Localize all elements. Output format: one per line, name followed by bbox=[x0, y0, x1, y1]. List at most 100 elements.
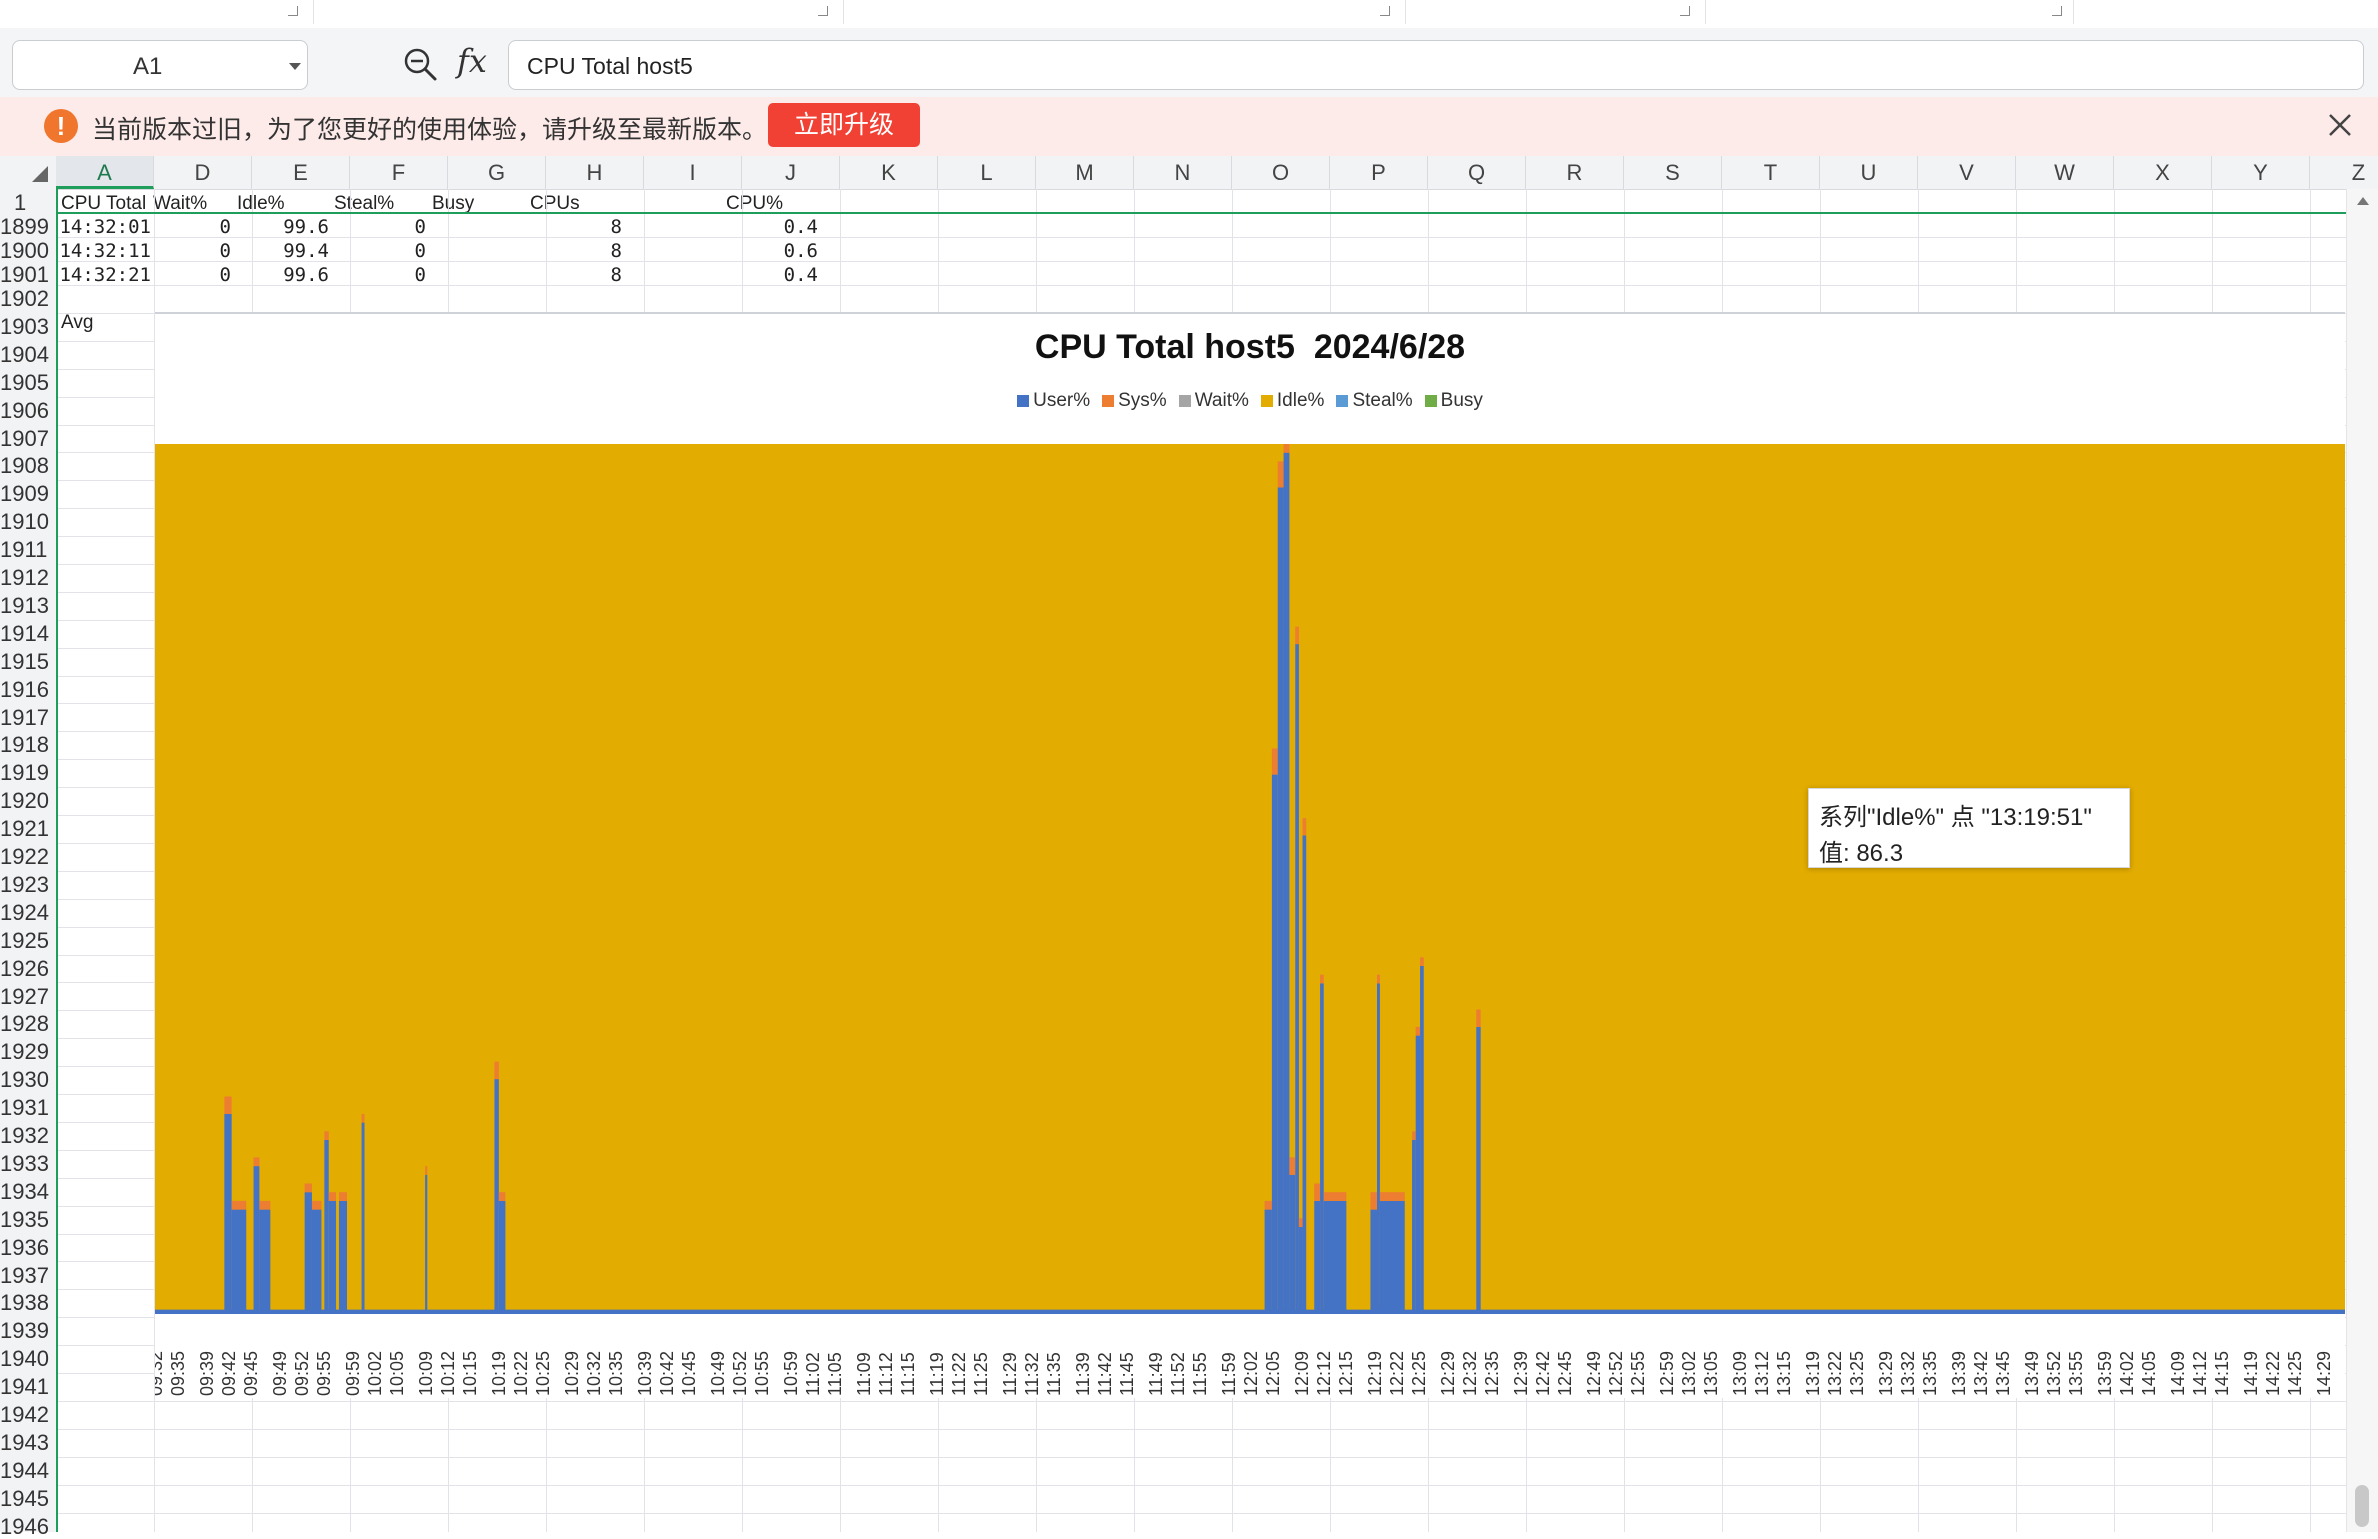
legend-item[interactable]: User% bbox=[1017, 390, 1090, 412]
row-header-1946[interactable]: 1946 bbox=[0, 1515, 56, 1538]
column-header-w[interactable]: W bbox=[2016, 156, 2114, 189]
vertical-scrollbar[interactable] bbox=[2346, 189, 2378, 1532]
column-header-p[interactable]: P bbox=[1330, 156, 1428, 189]
function-icon[interactable]: fx bbox=[457, 42, 487, 80]
column-header-v[interactable]: V bbox=[1918, 156, 2016, 189]
row-header-1923[interactable]: 1923 bbox=[0, 873, 56, 896]
close-icon[interactable] bbox=[2322, 107, 2358, 143]
formula-input[interactable]: CPU Total host5 bbox=[508, 40, 2364, 90]
cell-steal[interactable]: 0 bbox=[334, 240, 426, 262]
cell-time[interactable]: 14:32:21 bbox=[56, 264, 151, 286]
row-header-1903[interactable]: 1903 bbox=[0, 315, 56, 338]
cell-steal[interactable]: 0 bbox=[334, 264, 426, 286]
column-header-q[interactable]: Q bbox=[1428, 156, 1526, 189]
legend-item[interactable]: Idle% bbox=[1260, 390, 1324, 412]
row-header-1899[interactable]: 1899 bbox=[0, 216, 56, 238]
column-header-e[interactable]: E bbox=[252, 156, 350, 189]
legend-item[interactable]: Sys% bbox=[1102, 390, 1167, 412]
row-header-1943[interactable]: 1943 bbox=[0, 1431, 56, 1454]
row-header-1918[interactable]: 1918 bbox=[0, 734, 56, 756]
dialog-launcher-icon[interactable] bbox=[2052, 6, 2062, 16]
row-header-1937[interactable]: 1937 bbox=[0, 1264, 56, 1287]
row-header-1906[interactable]: 1906 bbox=[0, 399, 56, 422]
row-header-1942[interactable]: 1942 bbox=[0, 1404, 56, 1426]
column-header-t[interactable]: T bbox=[1722, 156, 1820, 189]
cell-time[interactable]: 14:32:01 bbox=[56, 216, 151, 238]
row-header-1925[interactable]: 1925 bbox=[0, 929, 56, 952]
column-header-f[interactable]: F bbox=[350, 156, 448, 189]
row-header-1936[interactable]: 1936 bbox=[0, 1236, 56, 1259]
cell-cpus[interactable]: 8 bbox=[530, 264, 622, 286]
row-header-1908[interactable]: 1908 bbox=[0, 455, 56, 477]
cell-cpus[interactable]: 8 bbox=[530, 216, 622, 238]
row-header-1902[interactable]: 1902 bbox=[0, 288, 56, 310]
zoom-out-icon[interactable] bbox=[402, 46, 438, 82]
row-header-1914[interactable]: 1914 bbox=[0, 622, 56, 645]
column-header-u[interactable]: U bbox=[1820, 156, 1918, 189]
row-header-1944[interactable]: 1944 bbox=[0, 1459, 56, 1482]
row-header-1932[interactable]: 1932 bbox=[0, 1125, 56, 1147]
cell-cpus[interactable]: 8 bbox=[530, 240, 622, 262]
column-header-o[interactable]: O bbox=[1232, 156, 1330, 189]
row-header-1901[interactable]: 1901 bbox=[0, 264, 56, 286]
row-header-1913[interactable]: 1913 bbox=[0, 594, 56, 617]
row-header-1915[interactable]: 1915 bbox=[0, 650, 56, 673]
column-header-h[interactable]: H bbox=[546, 156, 644, 189]
dialog-launcher-icon[interactable] bbox=[818, 6, 828, 16]
row-header-1909[interactable]: 1909 bbox=[0, 483, 56, 505]
legend-item[interactable]: Steal% bbox=[1336, 390, 1413, 412]
cell-cpu[interactable]: 0.6 bbox=[726, 240, 818, 262]
cell-idle[interactable]: 99.6 bbox=[237, 216, 329, 238]
dialog-launcher-icon[interactable] bbox=[1680, 6, 1690, 16]
row-header-1941[interactable]: 1941 bbox=[0, 1376, 56, 1398]
column-header-s[interactable]: S bbox=[1624, 156, 1722, 189]
row-header-1938[interactable]: 1938 bbox=[0, 1292, 56, 1314]
legend-item[interactable]: Wait% bbox=[1178, 390, 1249, 412]
row-header-1930[interactable]: 1930 bbox=[0, 1069, 56, 1091]
row-header-1917[interactable]: 1917 bbox=[0, 706, 56, 729]
row-header-1912[interactable]: 1912 bbox=[0, 567, 56, 589]
row-header-1922[interactable]: 1922 bbox=[0, 846, 56, 868]
column-header-j[interactable]: J bbox=[742, 156, 840, 189]
row-header-1933[interactable]: 1933 bbox=[0, 1152, 56, 1175]
row-header-1927[interactable]: 1927 bbox=[0, 985, 56, 1008]
column-header-x[interactable]: X bbox=[2114, 156, 2212, 189]
column-header-k[interactable]: K bbox=[840, 156, 938, 189]
row-header-1900[interactable]: 1900 bbox=[0, 240, 56, 262]
cell-cpu[interactable]: 0.4 bbox=[726, 264, 818, 286]
select-all-icon[interactable] bbox=[32, 166, 48, 182]
name-box[interactable]: A1 bbox=[12, 40, 308, 90]
column-header-n[interactable]: N bbox=[1134, 156, 1232, 189]
row-header-1904[interactable]: 1904 bbox=[0, 343, 56, 366]
row-header-1924[interactable]: 1924 bbox=[0, 901, 56, 924]
scroll-up-icon[interactable] bbox=[2357, 197, 2369, 205]
cell-idle[interactable]: 99.6 bbox=[237, 264, 329, 286]
chevron-down-icon[interactable] bbox=[289, 63, 301, 70]
cell-idle[interactable]: 99.4 bbox=[237, 240, 329, 262]
row-header-1907[interactable]: 1907 bbox=[0, 427, 56, 450]
column-header-l[interactable]: L bbox=[938, 156, 1036, 189]
cell-cpu[interactable]: 0.4 bbox=[726, 216, 818, 238]
legend-item[interactable]: Busy bbox=[1424, 390, 1483, 412]
row-header-1939[interactable]: 1939 bbox=[0, 1320, 56, 1342]
scrollbar-thumb[interactable] bbox=[2355, 1485, 2369, 1527]
row-header-1905[interactable]: 1905 bbox=[0, 371, 56, 394]
column-header-d[interactable]: D bbox=[154, 156, 252, 189]
cell-wait[interactable]: 0 bbox=[153, 216, 231, 238]
row-header-1919[interactable]: 1919 bbox=[0, 762, 56, 784]
row-header-1926[interactable]: 1926 bbox=[0, 957, 56, 980]
row-header-1921[interactable]: 1921 bbox=[0, 818, 56, 840]
cell-wait[interactable]: 0 bbox=[153, 264, 231, 286]
row-header-1911[interactable]: 1911 bbox=[0, 539, 56, 561]
column-header-i[interactable]: I bbox=[644, 156, 742, 189]
row-header-1920[interactable]: 1920 bbox=[0, 790, 56, 812]
chart-legend[interactable]: User% Sys% Wait% Idle% Steal% Busy bbox=[155, 390, 2345, 412]
cell-steal[interactable]: 0 bbox=[334, 216, 426, 238]
cell-avg-label[interactable]: Avg bbox=[61, 312, 153, 334]
row-header-1931[interactable]: 1931 bbox=[0, 1097, 56, 1119]
upgrade-button[interactable]: 立即升级 bbox=[768, 103, 920, 147]
dialog-launcher-icon[interactable] bbox=[1380, 6, 1390, 16]
cell-time[interactable]: 14:32:11 bbox=[56, 240, 151, 262]
column-header-m[interactable]: M bbox=[1036, 156, 1134, 189]
column-header-z[interactable]: Z bbox=[2310, 156, 2378, 189]
